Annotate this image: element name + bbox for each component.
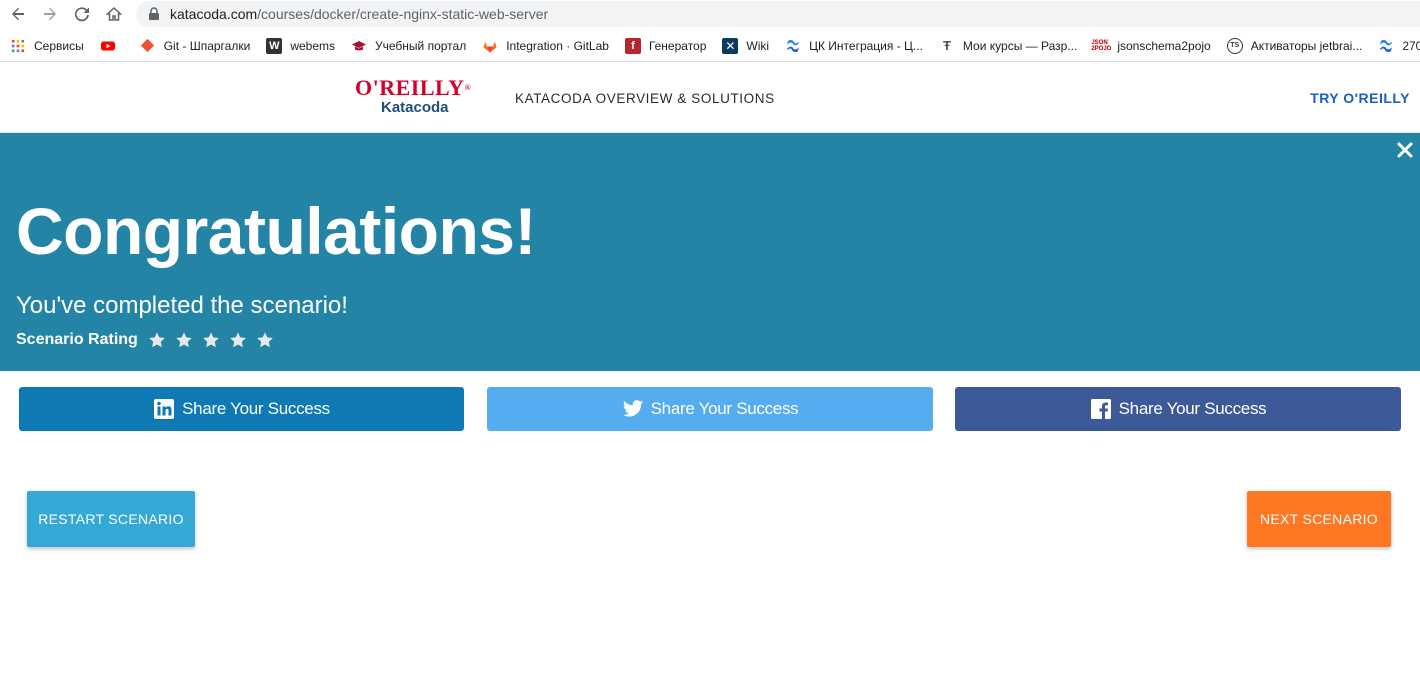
rating-star-4-icon[interactable] xyxy=(229,331,247,349)
bookmarks-bar: Сервисы Git - Шпаргалки W webems Учебный… xyxy=(0,30,1420,62)
next-scenario-button[interactable]: NEXT SCENARIO xyxy=(1247,491,1391,547)
gitlab-icon xyxy=(482,38,498,54)
congratulations-banner: Congratulations! You've completed the sc… xyxy=(0,133,1420,371)
share-twitter-label: Share Your Success xyxy=(650,399,799,418)
confluence-icon xyxy=(1378,38,1394,54)
url-path: /courses/docker/create-nginx-static-web-… xyxy=(257,6,549,22)
linkedin-icon xyxy=(154,399,175,419)
bookmark-my-courses[interactable]: Ŧ Мои курсы — Разр... xyxy=(939,34,1077,58)
youtube-icon xyxy=(100,38,116,54)
bookmark-portal[interactable]: Учебный портал xyxy=(351,34,466,58)
lock-icon xyxy=(149,7,159,20)
close-icon[interactable] xyxy=(1396,141,1414,159)
share-linkedin-button[interactable]: Share Your Success xyxy=(19,387,464,431)
bookmark-webems[interactable]: W webems xyxy=(266,34,335,58)
scenario-rating: Scenario Rating xyxy=(16,331,283,349)
bookmark-generator[interactable]: f Генератор xyxy=(624,34,706,58)
courses-icon: Ŧ xyxy=(942,38,951,53)
bookmark-git[interactable]: Git - Шпаргалки xyxy=(140,34,250,58)
share-linkedin-label: Share Your Success xyxy=(182,399,330,418)
logo-oreilly-text: O'REILLY® xyxy=(355,75,472,100)
site-header: O'REILLY® Katacoda KATACODA OVERVIEW & S… xyxy=(0,63,1420,133)
bookmark-270[interactable]: 270 xyxy=(1378,34,1420,58)
facebook-icon xyxy=(1090,399,1111,419)
json-icon: JSON 2POJO xyxy=(1091,37,1112,54)
ts-icon: TS xyxy=(1226,37,1243,54)
bookmark-ck-integration[interactable]: ЦК Интеграция - Ц... xyxy=(785,34,923,58)
browser-address-bar: katacoda.com/courses/docker/create-nginx… xyxy=(0,0,1420,28)
rating-star-1-icon[interactable] xyxy=(148,331,166,349)
restart-scenario-button[interactable]: RESTART SCENARIO xyxy=(27,491,195,547)
forward-arrow-icon[interactable] xyxy=(38,2,62,26)
url-bar[interactable]: katacoda.com/courses/docker/create-nginx… xyxy=(136,1,1420,27)
git-icon xyxy=(140,38,156,54)
share-twitter-button[interactable]: Share Your Success xyxy=(487,387,933,431)
rating-star-2-icon[interactable] xyxy=(175,331,193,349)
nav-try-oreilly-link[interactable]: TRY O'REILLY xyxy=(1310,90,1410,106)
bookmark-wiki[interactable]: ✕ Wiki xyxy=(722,34,769,58)
w-icon: W xyxy=(266,37,283,54)
rating-star-3-icon[interactable] xyxy=(202,331,220,349)
bookmark-jetbrains[interactable]: TS Активаторы jetbrai... xyxy=(1226,34,1362,58)
back-arrow-icon[interactable] xyxy=(6,2,30,26)
wiki-icon: ✕ xyxy=(722,37,739,54)
rating-label: Scenario Rating xyxy=(16,331,138,348)
bookmark-youtube[interactable] xyxy=(100,34,124,58)
share-facebook-label: Share Your Success xyxy=(1118,399,1267,418)
url-host: katacoda.com xyxy=(170,6,258,22)
bookmark-jsonschema2pojo[interactable]: JSON 2POJO jsonschema2pojo xyxy=(1091,34,1211,58)
confluence-icon xyxy=(785,38,801,54)
bookmark-gitlab[interactable]: Integration · GitLab xyxy=(482,34,609,58)
completed-subtitle: You've completed the scenario! xyxy=(16,292,348,319)
twitter-icon xyxy=(622,400,643,417)
bookmark-services[interactable]: Сервисы xyxy=(10,34,84,58)
congratulations-title: Congratulations! xyxy=(16,194,536,268)
oreilly-katacoda-logo[interactable]: O'REILLY® Katacoda xyxy=(355,75,472,117)
reload-icon[interactable] xyxy=(70,2,94,26)
share-facebook-button[interactable]: Share Your Success xyxy=(955,387,1401,431)
generator-icon: f xyxy=(624,37,641,54)
apps-grid-icon xyxy=(10,38,26,54)
graduation-cap-icon xyxy=(351,38,367,54)
rating-star-5-icon[interactable] xyxy=(256,331,274,349)
home-icon[interactable] xyxy=(102,2,126,26)
nav-katacoda-overview-link[interactable]: KATACODA OVERVIEW & SOLUTIONS xyxy=(515,91,775,106)
logo-katacoda-text: Katacoda xyxy=(381,99,449,116)
